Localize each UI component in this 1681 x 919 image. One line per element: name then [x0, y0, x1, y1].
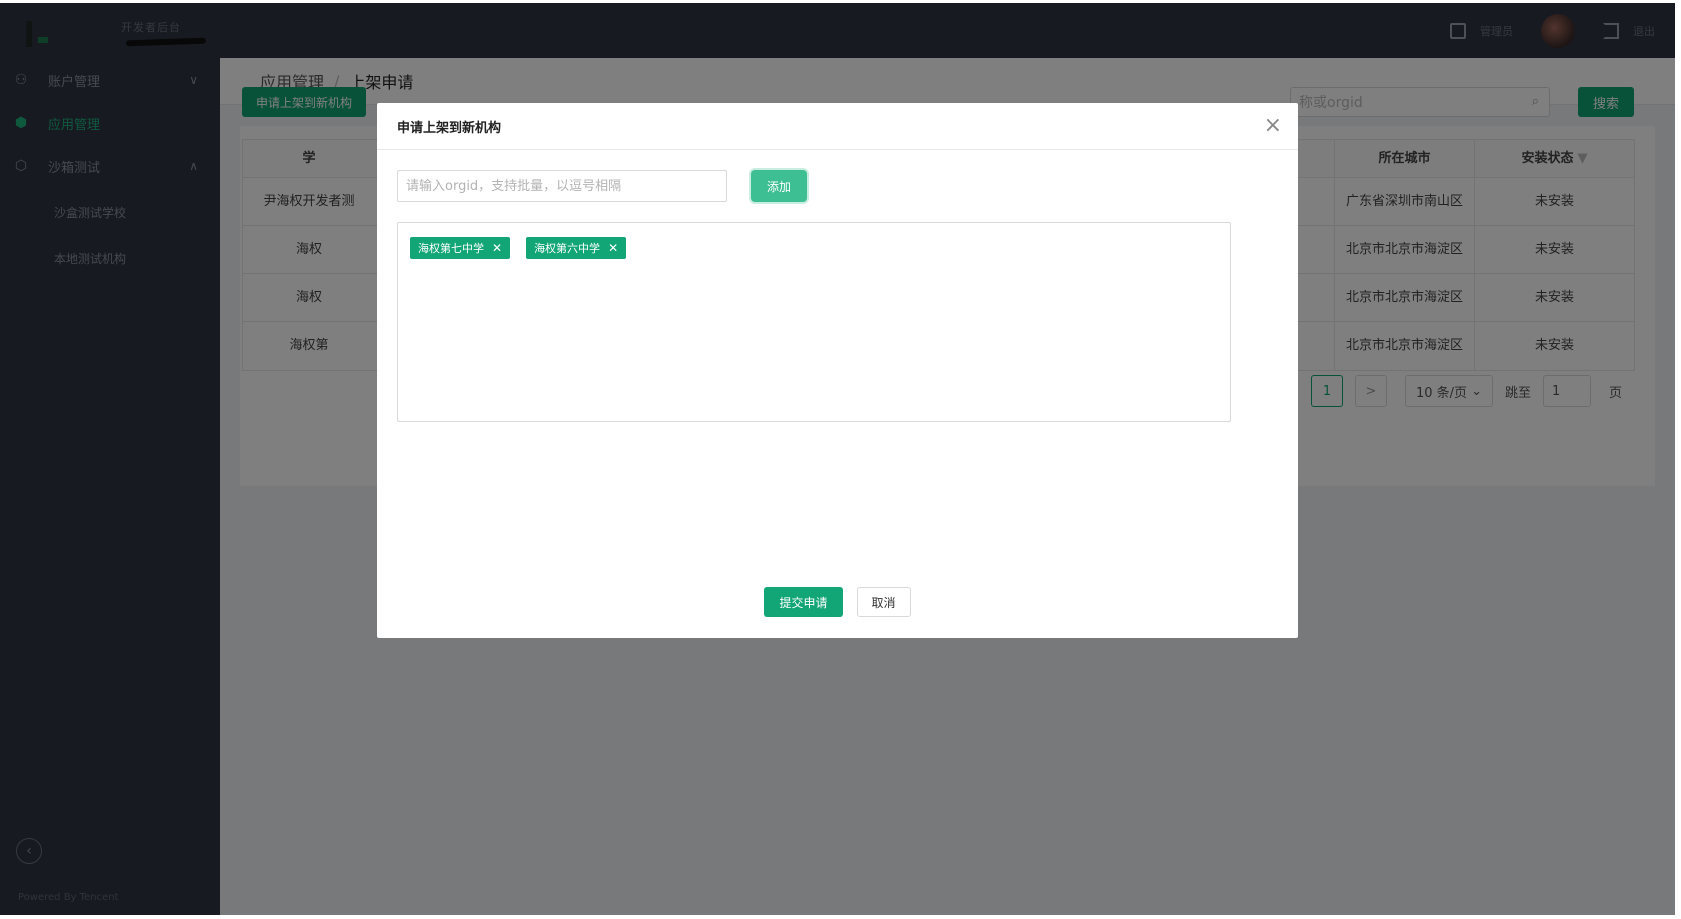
- org-tag: 海权第六中学 ✕: [526, 237, 627, 259]
- modal-title: 申请上架到新机构: [397, 120, 502, 136]
- org-tag-label: 海权第六中学: [534, 242, 601, 255]
- cancel-button[interactable]: 取消: [856, 587, 911, 617]
- org-tag-label: 海权第七中学: [418, 242, 484, 255]
- close-icon[interactable]: ×: [1264, 115, 1282, 137]
- modal-footer: 提交申请 取消: [377, 587, 1298, 617]
- close-icon[interactable]: ✕: [608, 241, 618, 255]
- tag-area: 海权第七中学 ✕ 海权第六中学 ✕: [397, 222, 1231, 422]
- apply-modal: 申请上架到新机构 × 添加 海权第七中学 ✕ 海权第六中学 ✕ 提交申请 取消: [377, 103, 1298, 638]
- modal-header: 申请上架到新机构: [377, 103, 1298, 150]
- close-icon[interactable]: ✕: [492, 241, 502, 255]
- screen: 开发者后台 管理员 退出 ⚇ 账户管理 ∨ ⬢ 应用管理: [0, 0, 1681, 919]
- submit-button[interactable]: 提交申请: [764, 587, 843, 617]
- add-button[interactable]: 添加: [751, 170, 807, 202]
- orgid-input[interactable]: [397, 170, 727, 202]
- org-tag: 海权第七中学 ✕: [410, 237, 511, 259]
